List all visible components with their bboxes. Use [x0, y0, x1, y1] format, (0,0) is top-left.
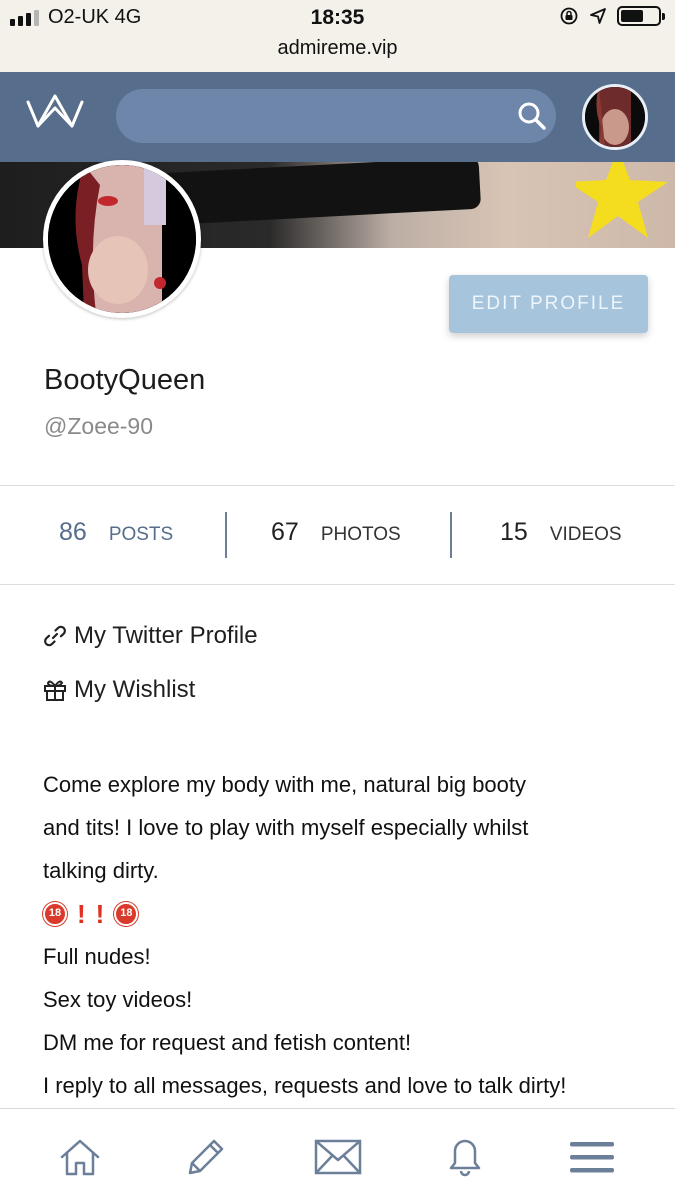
battery-icon — [617, 6, 665, 26]
rotation-lock-icon — [560, 7, 578, 25]
profile-bio: Come explore my body with me, natural bi… — [43, 763, 653, 1107]
exclamation-icon: ! — [77, 898, 86, 929]
username: @Zoee-90 — [44, 413, 154, 439]
exclamation-icon: ! — [95, 898, 105, 929]
display-name: BootyQueen — [44, 364, 206, 396]
stat-separator — [450, 512, 452, 558]
stat-photos[interactable]: 67 PHOTOS — [271, 518, 401, 547]
app-header — [0, 72, 675, 162]
stat-count: 67 — [271, 518, 299, 546]
stat-videos[interactable]: 15 VIDEOS — [500, 518, 622, 547]
gift-icon — [44, 680, 66, 701]
nav-home[interactable] — [50, 1127, 110, 1187]
nav-menu[interactable] — [562, 1127, 622, 1187]
stat-posts[interactable]: 86 POSTS — [59, 518, 173, 547]
stat-count: 86 — [59, 518, 87, 546]
battery-level — [621, 10, 643, 22]
stats-bar: 86 POSTS 67 PHOTOS 15 VIDEOS — [0, 486, 675, 584]
star-icon — [576, 162, 668, 238]
adults-only-icon: 18 — [114, 901, 139, 926]
pencil-icon — [188, 1139, 224, 1175]
mail-icon — [314, 1139, 362, 1175]
ios-status-bar: O2-UK 4G 18:35 admireme.vip — [0, 0, 675, 72]
link-icon — [44, 625, 66, 647]
link-label: My Twitter Profile — [74, 622, 258, 649]
bio-line: Come explore my body with me, natural bi… — [43, 772, 527, 797]
status-icons — [559, 6, 665, 26]
bio-line: Full nudes! — [43, 944, 151, 969]
edit-profile-button[interactable]: EDIT PROFILE — [449, 275, 648, 333]
nav-messages[interactable] — [308, 1127, 368, 1187]
stat-count: 15 — [500, 518, 528, 546]
search-icon[interactable] — [516, 100, 548, 132]
bell-icon — [449, 1139, 481, 1177]
location-arrow-icon — [590, 8, 606, 24]
bio-line: I reply to all messages, requests and lo… — [43, 1073, 567, 1098]
nav-notifications[interactable] — [435, 1127, 495, 1187]
stat-label: PHOTOS — [320, 524, 401, 545]
divider — [0, 584, 675, 585]
bio-line: and tits! I love to play with myself esp… — [43, 815, 529, 840]
profile-avatar[interactable] — [43, 160, 201, 318]
user-avatar-button[interactable] — [582, 84, 648, 150]
crown-icon[interactable] — [24, 92, 86, 137]
home-icon — [60, 1139, 100, 1176]
menu-icon — [570, 1142, 614, 1173]
wishlist-link[interactable]: My Wishlist — [42, 676, 195, 704]
bio-line: DM me for request and fetish content! — [43, 1030, 412, 1055]
bottom-nav — [0, 1108, 675, 1200]
bio-line: talking dirty. — [43, 858, 159, 883]
stat-label: POSTS — [108, 524, 174, 545]
stat-separator — [225, 512, 227, 558]
adults-only-icon: 18 — [43, 901, 67, 926]
link-label: My Wishlist — [74, 676, 196, 703]
url-bar[interactable]: admireme.vip — [0, 37, 675, 60]
nav-compose[interactable] — [176, 1127, 236, 1187]
bio-line: Sex toy videos! — [43, 987, 193, 1012]
emoji-row: 18 ! ! 18 — [43, 892, 653, 935]
twitter-profile-link[interactable]: My Twitter Profile — [42, 622, 258, 650]
search-input[interactable] — [116, 89, 556, 143]
stat-label: VIDEOS — [549, 524, 622, 545]
